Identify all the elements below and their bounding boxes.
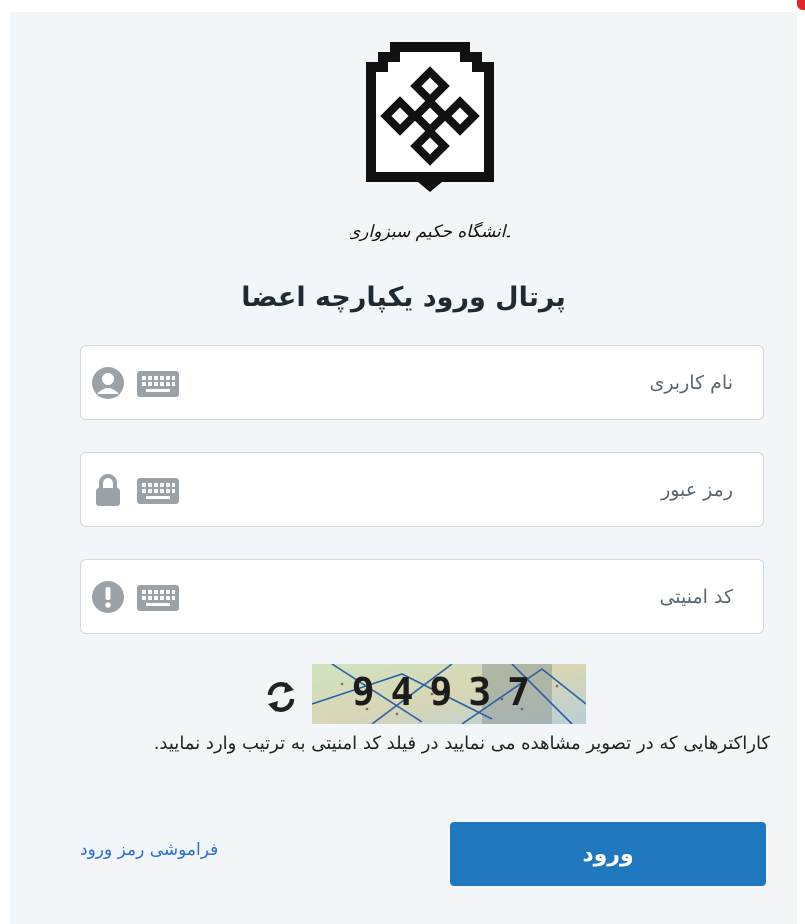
security-code-input[interactable] [251,560,735,633]
captcha-text: 94937 [352,670,546,714]
exclamation-icon [92,581,124,613]
user-icon [92,367,124,399]
username-input[interactable] [251,346,735,419]
keyboard-icon[interactable] [137,371,179,397]
corner-marker [797,0,805,10]
lock-icon [96,474,120,506]
username-field[interactable] [80,345,764,420]
university-name: دانشگاه حکیم سبزواری [350,221,510,242]
captcha-row: 94937 [10,664,797,726]
university-logo: دانشگاه حکیم سبزواری [350,42,510,242]
security-code-field[interactable] [80,559,764,634]
password-field[interactable] [80,452,764,527]
refresh-icon[interactable] [262,678,300,716]
forgot-password-link[interactable]: فراموشی رمز ورود [80,840,218,860]
page-title: پرتال ورود یکپارچه اعضا [241,282,566,313]
captcha-help-text: کاراکترهایی که در تصویر مشاهده می نمایید… [153,733,770,754]
captcha-image: 94937 [312,664,586,724]
login-button[interactable]: ورود [450,822,766,886]
password-input[interactable] [251,453,735,526]
login-panel: دانشگاه حکیم سبزواری پرتال ورود یکپارچه … [10,12,797,924]
keyboard-icon[interactable] [137,478,179,504]
keyboard-icon[interactable] [137,585,179,611]
